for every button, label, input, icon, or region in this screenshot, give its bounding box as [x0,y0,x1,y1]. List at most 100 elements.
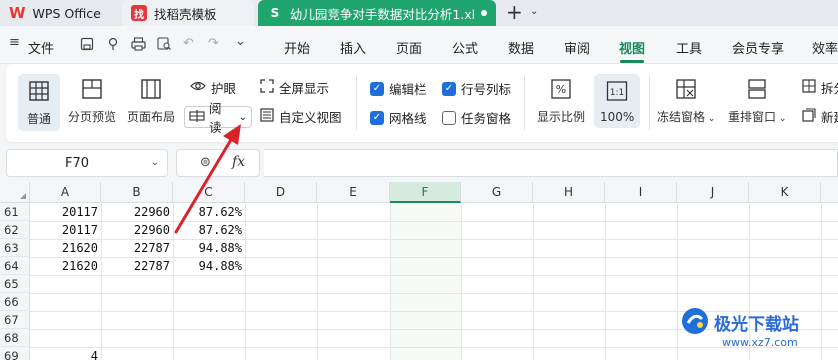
table-cell[interactable]: 22960 [101,203,170,221]
row-header[interactable]: 67 [0,311,30,329]
grid-line [677,203,678,360]
normal-view-button[interactable]: 普通 [18,74,60,131]
column-header-k[interactable]: K [749,182,821,203]
formula-input[interactable] [264,149,838,177]
column-header-f[interactable]: F [390,182,461,203]
menu-page[interactable]: 页面 [396,38,422,57]
menu-insert[interactable]: 插入 [340,38,366,57]
menu-home[interactable]: 开始 [284,38,310,57]
arrange-windows-label: 重排窗口 ⌄ [728,110,787,124]
new-window-button[interactable]: 新建 [802,107,838,126]
table-cell[interactable]: 4 [30,347,98,360]
insert-function-icon[interactable]: fx [232,154,245,170]
page-break-preview-button[interactable]: 分页预览 [68,74,116,125]
zoom-100-button[interactable]: 1:1 100% [594,74,641,128]
grid-line [533,203,534,360]
column-header-i[interactable]: I [605,182,677,203]
gridlines-toggle[interactable]: ✓ 网格线 [370,108,427,127]
table-cell[interactable]: 22960 [101,221,170,239]
svg-text:1:1: 1:1 [610,88,624,98]
checkbox-checked-icon[interactable]: ✓ [442,81,456,96]
zoom-100-icon: 1:1 [602,76,632,106]
table-cell[interactable]: 87.62% [173,203,242,221]
row-header[interactable]: 63 [0,239,30,257]
active-menu-indicator [620,60,644,63]
custom-view-button[interactable]: 自定义视图 [260,107,342,126]
name-box[interactable]: F70 ⌄ [6,149,168,177]
menu-bar: ≡ 文件 ↶ ↷ ⌄ 开始 插入 页面 公式 数据 审阅 视图 工具 会员专享 … [0,26,838,64]
read-mode-button[interactable]: 阅读 ⌄ [184,101,252,135]
menu-efficiency[interactable]: 效率 [812,38,838,57]
grid-line [30,347,838,348]
spreadsheet-logo-icon: S [270,6,280,20]
table-cell[interactable]: 94.88% [173,257,242,275]
menu-file[interactable]: 文件 [28,38,54,57]
zoom-percent-icon: % [546,74,576,104]
table-cell[interactable]: 20117 [30,203,98,221]
checkbox-unchecked-icon[interactable] [442,110,456,125]
save-icon[interactable] [80,37,94,55]
grid-line [30,293,838,294]
fullscreen-button[interactable]: 全屏显示 [260,78,329,97]
table-cell[interactable]: 94.88% [173,239,242,257]
print-icon[interactable] [131,37,146,55]
column-header-c[interactable]: C [173,182,245,203]
grid-line [461,203,462,360]
row-header[interactable]: 68 [0,329,30,347]
column-header-h[interactable]: H [533,182,605,203]
column-header-partial[interactable] [821,182,838,203]
freeze-panes-button[interactable]: 冻结窗格 ⌄ [657,74,715,125]
arrange-windows-button[interactable]: 重排窗口 ⌄ [728,74,786,125]
menu-tools[interactable]: 工具 [676,38,702,57]
task-pane-toggle[interactable]: 任务窗格 [442,108,511,127]
checkbox-checked-icon[interactable]: ✓ [370,81,384,96]
zoom-ratio-button[interactable]: % 显示比例 [537,74,585,125]
headings-toggle[interactable]: ✓ 行号列标 [442,79,511,98]
column-header-d[interactable]: D [245,182,317,203]
eye-protect-button[interactable]: 护眼 [190,78,236,97]
formula-bar-toggle[interactable]: ✓ 编辑栏 [370,79,427,98]
chevron-down-icon[interactable]: ⌄ [151,157,159,168]
menu-member[interactable]: 会员专享 [732,38,784,57]
hamburger-icon[interactable]: ≡ [9,36,20,50]
table-cell[interactable]: 21620 [30,239,98,257]
page-layout-button[interactable]: 页面布局 [127,74,175,125]
row-header[interactable]: 65 [0,275,30,293]
print-preview-icon[interactable] [157,37,172,55]
export-icon[interactable] [106,37,120,55]
split-button[interactable]: 拆分 [802,78,838,97]
menu-formula[interactable]: 公式 [452,38,478,57]
table-cell[interactable]: 20117 [30,221,98,239]
add-tab-icon[interactable]: + [506,2,523,22]
row-header[interactable]: 66 [0,293,30,311]
menu-view[interactable]: 视图 [619,38,645,57]
row-header[interactable]: 69 [0,347,30,360]
column-header-b[interactable]: B [101,182,173,203]
zoom-formula-icon[interactable]: ⊜ [200,155,211,170]
active-column-highlight [390,203,461,360]
chevron-down-icon[interactable]: ⌄ [530,6,538,17]
column-header-a[interactable]: A [30,182,101,203]
column-header-j[interactable]: J [677,182,749,203]
menu-review[interactable]: 审阅 [564,38,590,57]
column-header-g[interactable]: G [461,182,533,203]
table-cell[interactable]: 22787 [101,239,170,257]
tab-document[interactable]: S 幼儿园竞争对手数据对比分析1.xlsx [258,0,496,26]
menu-data[interactable]: 数据 [508,38,534,57]
checkbox-checked-icon[interactable]: ✓ [370,110,384,125]
table-cell[interactable]: 21620 [30,257,98,275]
row-header[interactable]: 64 [0,257,30,275]
row-header[interactable]: 61 [0,203,30,221]
chevron-down-icon[interactable]: ⌄ [235,35,246,49]
tab-wps-office[interactable]: W WPS Office [0,0,118,26]
chevron-down-icon[interactable]: ⌄ [239,112,247,123]
undo-icon[interactable]: ↶ [183,37,194,51]
row-header[interactable]: 62 [0,221,30,239]
column-header-e[interactable]: E [317,182,390,203]
redo-icon[interactable]: ↷ [208,37,219,51]
headings-label: 行号列标 [461,82,512,97]
select-all-corner[interactable] [0,182,30,203]
table-cell[interactable]: 87.62% [173,221,242,239]
tab-template[interactable]: 找 找稻壳模板 [122,0,254,26]
table-cell[interactable]: 22787 [101,257,170,275]
